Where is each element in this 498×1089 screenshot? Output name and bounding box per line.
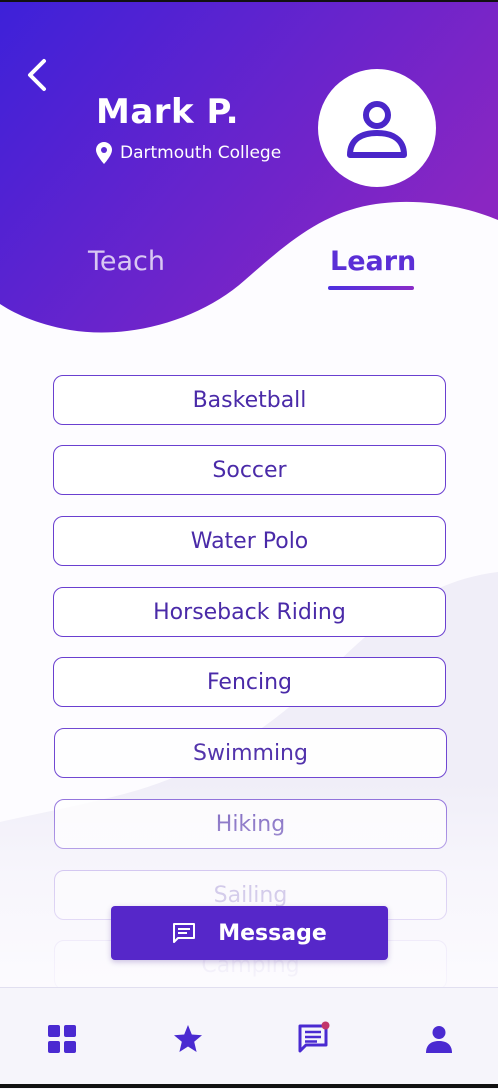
header-background: [0, 0, 498, 333]
avatar[interactable]: [318, 69, 436, 187]
star-icon[interactable]: [173, 1024, 203, 1054]
skill-item[interactable]: Basketball: [53, 375, 446, 425]
skill-item[interactable]: Hiking: [54, 799, 447, 849]
bottom-nav: [0, 987, 498, 1089]
skill-item[interactable]: Soccer: [53, 445, 446, 495]
message-button[interactable]: Message: [111, 906, 388, 960]
message-button-label: Message: [218, 920, 327, 946]
location-text: Dartmouth College: [120, 143, 282, 163]
notification-dot: [321, 1021, 330, 1030]
active-tab-indicator: [328, 286, 414, 290]
skill-item[interactable]: Swimming: [54, 728, 447, 778]
back-icon[interactable]: [20, 55, 56, 95]
profile-location: Dartmouth College: [96, 142, 281, 164]
skill-item[interactable]: Fencing: [53, 657, 446, 707]
location-pin-icon: [96, 142, 112, 164]
grid-icon[interactable]: [47, 1024, 77, 1054]
message-icon: [173, 923, 196, 943]
skill-item[interactable]: Water Polo: [53, 516, 446, 566]
top-edge: [0, 0, 498, 2]
profile-name: Mark P.: [96, 92, 240, 132]
tab-learn[interactable]: Learn: [330, 246, 416, 277]
chat-icon[interactable]: [297, 1021, 331, 1055]
bottom-edge: [0, 1084, 498, 1088]
person-avatar-icon: [347, 101, 407, 158]
person-icon[interactable]: [424, 1024, 454, 1054]
skill-item[interactable]: Horseback Riding: [53, 587, 446, 637]
tab-teach[interactable]: Teach: [88, 246, 165, 277]
